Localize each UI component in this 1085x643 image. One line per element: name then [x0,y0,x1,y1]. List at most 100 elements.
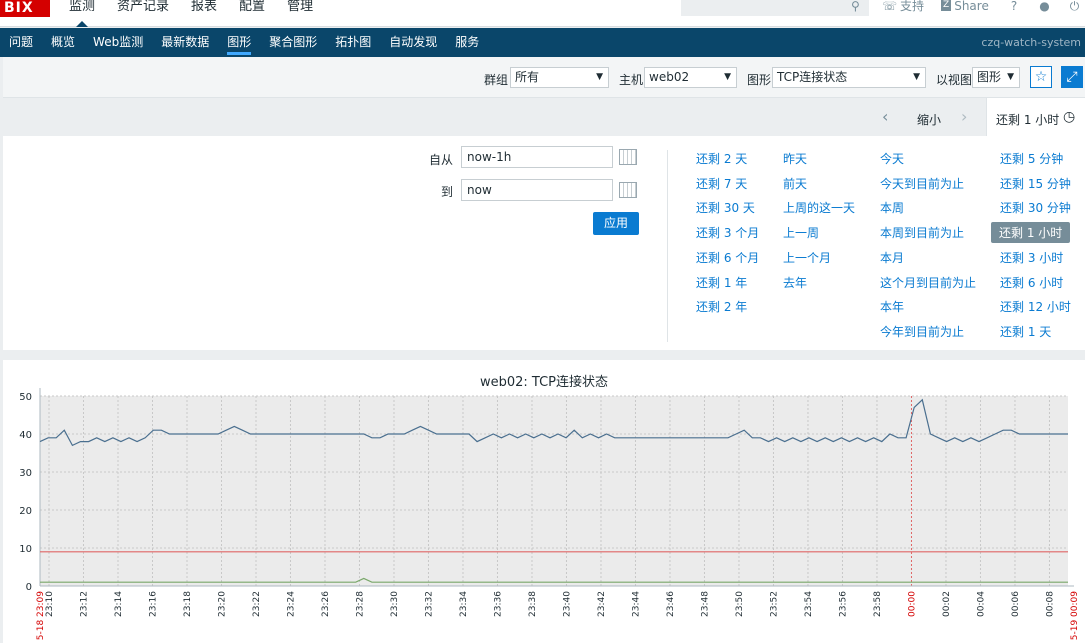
quick-range-link[interactable]: 今天 [880,150,904,167]
y-tick-label: 40 [19,430,32,441]
server-name: czq-watch-system [981,36,1081,49]
zabbix-logo[interactable]: BIX [0,0,50,17]
quick-range-link[interactable]: 上周的这一天 [783,199,855,216]
group-select[interactable]: 所有 ▼ [510,67,609,88]
main-menu: 监测 资产记录 报表 配置 管理 [58,0,324,27]
apply-button[interactable]: 应用 [593,212,639,235]
nav-screens[interactable]: 聚合图形 [260,28,326,57]
x-end-label: 5-19 00:09 [1070,591,1080,640]
sub-navigation: 问题 概览 Web监测 最新数据 图形 聚合图形 拓扑图 自动发现 服务 czq… [0,28,1085,57]
graph-label: 图形 [747,73,772,87]
x-tick-label: 00:08 [1045,591,1055,617]
quick-range-link[interactable]: 今年到目前为止 [880,323,964,340]
graph-select-value: TCP连接状态 [777,70,848,84]
quick-range-link[interactable]: 还剩 2 天 [696,150,747,167]
x-tick-label: 23:20 [217,591,227,617]
quick-range-link[interactable]: 还剩 30 分钟 [1000,199,1071,216]
y-tick-label: 10 [19,544,32,555]
quick-range-link[interactable]: 上一个月 [783,249,831,266]
menu-monitoring[interactable]: 监测 [58,0,106,27]
quick-range-link[interactable]: 还剩 12 小时 [1000,298,1071,315]
quick-range-link[interactable]: 还剩 3 小时 [1000,249,1063,266]
support-icon[interactable]: ☏ [882,0,897,12]
x-tick-label: 23:16 [148,591,158,617]
quick-range-link[interactable]: 前天 [783,175,807,192]
quick-range-link[interactable]: 还剩 7 天 [696,175,747,192]
y-tick-label: 20 [19,506,32,517]
quick-range-link[interactable]: 这个月到目前为止 [880,274,976,291]
graph-container: web02: TCP连接状态 0 10 20 30 40 50 23:10 23:12 23:1… [3,360,1085,643]
x-tick-label: 00:06 [1011,591,1021,617]
quick-range-link[interactable]: 今天到目前为止 [880,175,964,192]
menu-inventory[interactable]: 资产记录 [106,0,180,27]
quick-range-link[interactable]: 本周 [880,199,904,216]
chevron-down-icon: ▼ [913,72,920,82]
user-links: ☏ 支持 Z Share ? ● ⏻ [882,0,1079,20]
quick-range-link[interactable]: 昨天 [783,150,807,167]
x-tick-label: 00:02 [942,591,952,617]
support-link[interactable]: 支持 [900,0,924,12]
x-tick-label: 23:44 [631,591,641,617]
quick-range-link[interactable]: 还剩 5 分钟 [1000,150,1063,167]
logout-icon[interactable]: ⏻ [1070,0,1080,12]
x-tick-label: 00:04 [976,591,986,617]
menu-administration[interactable]: 管理 [276,0,324,27]
nav-overview[interactable]: 概览 [42,28,84,57]
menu-configuration[interactable]: 配置 [228,0,276,27]
tcp-connection-chart[interactable]: 0 10 20 30 40 50 23:10 23:12 23:14 23:16 23:18 23:2… [3,360,1085,643]
time-period-tab[interactable]: 还剩 1 小时 ◷ [986,98,1085,136]
quick-range-link[interactable]: 上一周 [783,224,819,241]
x-start-label: 5-18 23:09 [36,591,46,640]
quick-range-link[interactable]: 还剩 1 天 [1000,323,1051,340]
calendar-icon[interactable] [619,149,637,165]
to-input[interactable]: now [461,179,613,201]
x-tick-label: 00:00 [907,591,917,617]
quick-range-link[interactable]: 还剩 2 年 [696,298,747,315]
y-tick-label: 50 [19,392,32,403]
nav-web[interactable]: Web监测 [84,28,152,57]
share-icon[interactable]: Z [941,0,952,11]
fullscreen-icon[interactable]: ⤢ [1061,66,1083,88]
global-search-input[interactable] [681,0,869,16]
help-icon[interactable]: ? [1011,0,1017,12]
quick-range-link[interactable]: 本周到目前为止 [880,224,964,241]
time-selector-bar: ‹ 缩小 › 还剩 1 小时 ◷ [3,98,1085,136]
chevron-left-icon[interactable]: ‹ [882,109,888,125]
quick-range-link[interactable]: 本年 [880,298,904,315]
chevron-down-icon: ▼ [724,72,731,82]
host-select[interactable]: web02 ▼ [644,67,737,88]
quick-range-link[interactable]: 还剩 6 小时 [1000,274,1063,291]
calendar-icon[interactable] [619,182,637,198]
quick-range-link[interactable]: 还剩 15 分钟 [1000,175,1071,192]
x-tick-label: 23:56 [838,591,848,617]
nav-maps[interactable]: 拓扑图 [326,28,380,57]
quick-range-link[interactable]: 还剩 30 天 [696,199,755,216]
search-icon[interactable]: ⚲ [851,0,865,14]
x-tick-label: 23:32 [424,591,434,617]
quick-range-link[interactable]: 还剩 1 年 [696,274,747,291]
share-link[interactable]: Share [954,0,989,12]
menu-reports[interactable]: 报表 [180,0,228,27]
quick-range-link[interactable]: 本月 [880,249,904,266]
user-profile-icon[interactable]: ● [1039,0,1049,12]
nav-latest-data[interactable]: 最新数据 [152,28,218,57]
to-label: 到 [441,185,454,199]
chevron-right-icon[interactable]: › [961,109,967,125]
from-input[interactable]: now-1h [461,146,613,168]
favorite-star-icon[interactable]: ☆ [1030,66,1052,88]
quick-range-link[interactable]: 去年 [783,274,807,291]
quick-range-link[interactable]: 还剩 1 小时 [991,222,1071,244]
quick-range-link[interactable]: 还剩 3 个月 [696,224,759,241]
view-select-value: 图形 [977,70,1002,84]
graph-filter-bar: 群组 所有 ▼ 主机 web02 ▼ 图形 TCP连接状态 ▼ 以视图 图形 ▼… [3,57,1085,98]
nav-problems[interactable]: 问题 [0,28,42,57]
nav-graphs[interactable]: 图形 [218,28,260,57]
time-range-panel: 自从 now-1h 到 now 应用 还剩 2 天还剩 7 天还剩 30 天还剩… [3,136,1085,350]
view-select[interactable]: 图形 ▼ [972,67,1020,88]
nav-services[interactable]: 服务 [446,28,488,57]
zoom-out-button[interactable]: 缩小 [917,111,941,128]
graph-select[interactable]: TCP连接状态 ▼ [772,67,926,88]
nav-discovery[interactable]: 自动发现 [380,28,446,57]
x-tick-label: 23:30 [390,591,400,617]
quick-range-link[interactable]: 还剩 6 个月 [696,249,759,266]
